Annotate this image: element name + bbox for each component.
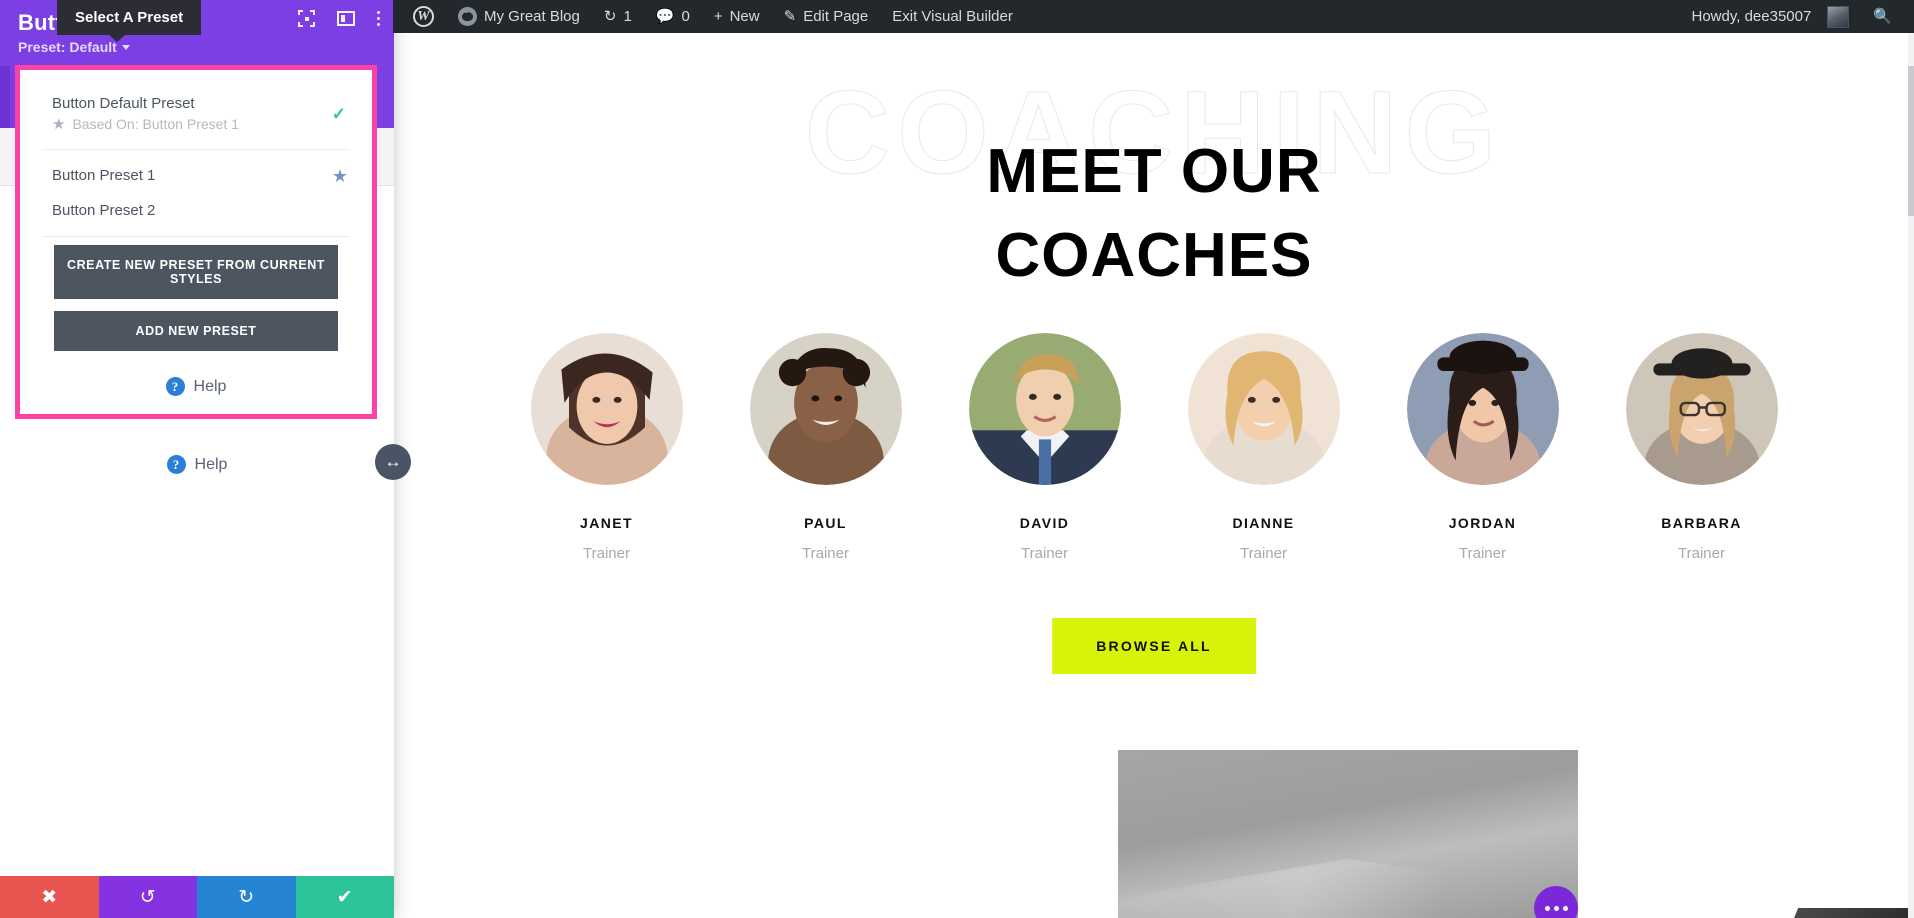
- dropdown-help-label: Help: [193, 377, 227, 395]
- member-name: BARBARA: [1661, 515, 1742, 531]
- member-name: JORDAN: [1448, 515, 1517, 531]
- app-root: COACHING MEET OUR COACHES JANET Trainer …: [0, 0, 1914, 918]
- headline-line-1: MEET OUR: [986, 137, 1322, 206]
- member-role: Trainer: [1678, 545, 1725, 562]
- avatar: [1827, 5, 1850, 28]
- comment-icon: 💬: [655, 8, 675, 25]
- updates-menu[interactable]: ↻ 1: [592, 0, 644, 33]
- panel-help-link[interactable]: ? Help: [0, 455, 394, 474]
- preset-option-label: Button Preset 2: [52, 202, 156, 219]
- new-label: New: [729, 8, 760, 25]
- panel-header-icons: [298, 10, 380, 27]
- horizontal-resize-icon: ↔: [384, 452, 402, 471]
- save-button[interactable]: ✔: [295, 876, 394, 918]
- team-members-row: JANET Trainer PAUL Trainer DAVID Trainer…: [514, 333, 1794, 562]
- account-menu[interactable]: Howdy, dee35007: [1680, 0, 1862, 33]
- help-icon: ?: [166, 455, 186, 474]
- dashboard-icon: [458, 7, 477, 26]
- hero-image: [1118, 750, 1578, 918]
- comments-count: 0: [681, 8, 690, 25]
- preset-option-sublabel-row: ★ Based On: Button Preset 1: [52, 116, 336, 132]
- admin-bar-left-group: W My Great Blog ↻ 1 💬 0 + New ✎ Edit Pag…: [393, 0, 1025, 33]
- member-role: Trainer: [802, 545, 849, 562]
- divider: [42, 149, 350, 150]
- list-item[interactable]: JANET Trainer: [514, 333, 699, 562]
- scrollbar-thumb[interactable]: [1908, 66, 1914, 216]
- list-item[interactable]: PAUL Trainer: [733, 333, 918, 562]
- scrollbar[interactable]: [1908, 33, 1914, 918]
- cancel-button[interactable]: ✖: [0, 876, 99, 918]
- admin-bar-right-group: Howdy, dee35007 🔍: [1680, 0, 1914, 33]
- member-name: PAUL: [804, 515, 847, 531]
- plus-icon: +: [713, 8, 723, 25]
- star-icon: ★: [52, 115, 66, 133]
- avatar: [968, 333, 1121, 485]
- member-name: DAVID: [1019, 515, 1070, 531]
- pencil-icon: ✎: [783, 8, 797, 25]
- member-name: JANET: [580, 515, 633, 531]
- preset-dropdown-panel: Button Default Preset ★ Based On: Button…: [15, 65, 377, 419]
- list-item[interactable]: JORDAN Trainer: [1390, 333, 1575, 562]
- site-name-menu[interactable]: My Great Blog: [446, 0, 592, 33]
- member-role: Trainer: [1459, 545, 1506, 562]
- avatar: [1625, 333, 1778, 485]
- layout-icon[interactable]: [337, 11, 355, 26]
- panel-left-rail: [0, 66, 10, 128]
- panel-help-label: Help: [194, 455, 228, 473]
- divider: [42, 236, 350, 237]
- create-new-preset-button[interactable]: CREATE NEW PRESET FROM CURRENT STYLES: [54, 245, 338, 299]
- check-icon: ✓: [331, 104, 346, 123]
- decorative-shape: [1769, 908, 1914, 918]
- dropdown-help-link[interactable]: ? Help: [20, 363, 372, 404]
- preset-option-default[interactable]: Button Default Preset ★ Based On: Button…: [20, 86, 372, 141]
- preset-option-1[interactable]: Button Preset 1 ★: [20, 158, 372, 193]
- tooltip: Select A Preset: [57, 0, 202, 42]
- exit-visual-builder-link[interactable]: Exit Visual Builder: [880, 0, 1025, 33]
- browse-all-button[interactable]: BROWSE ALL: [1052, 618, 1256, 674]
- tooltip-text: Select A Preset: [75, 9, 184, 26]
- list-item[interactable]: BARBARA Trainer: [1609, 333, 1794, 562]
- more-vertical-icon[interactable]: [377, 11, 380, 26]
- search-icon[interactable]: 🔍: [1861, 0, 1904, 33]
- chevron-down-icon: [121, 44, 130, 50]
- new-content-menu[interactable]: + New: [702, 0, 772, 33]
- page-title: MEET OUR COACHES: [394, 141, 1914, 287]
- preset-selector[interactable]: Preset: Default: [18, 39, 376, 55]
- add-new-preset-button[interactable]: ADD NEW PRESET: [54, 311, 338, 351]
- preset-label: Preset: Default: [18, 39, 117, 56]
- panel-resize-handle[interactable]: ↔: [375, 444, 411, 480]
- wordpress-logo-icon[interactable]: W: [401, 0, 446, 33]
- wordpress-admin-bar: W My Great Blog ↻ 1 💬 0 + New ✎ Edit Pag…: [393, 0, 1914, 33]
- avatar: [1406, 333, 1559, 485]
- list-item[interactable]: DAVID Trainer: [952, 333, 1137, 562]
- focus-icon[interactable]: [298, 10, 315, 27]
- star-icon[interactable]: ★: [332, 167, 348, 185]
- updates-count: 1: [623, 8, 632, 25]
- headline-line-2: COACHES: [995, 221, 1313, 290]
- member-role: Trainer: [1021, 545, 1068, 562]
- exit-builder-label: Exit Visual Builder: [892, 8, 1013, 25]
- avatar: [749, 333, 902, 485]
- avatar: [530, 333, 683, 485]
- builder-bottom-toolbar: ✖ ↺ ↻ ✔: [0, 876, 394, 918]
- comments-menu[interactable]: 💬 0: [644, 0, 702, 33]
- preset-option-label: Button Preset 1: [52, 167, 156, 184]
- member-name: DIANNE: [1232, 515, 1295, 531]
- avatar: [1187, 333, 1340, 485]
- edit-page-link[interactable]: ✎ Edit Page: [772, 0, 881, 33]
- member-role: Trainer: [583, 545, 630, 562]
- help-icon: ?: [165, 377, 185, 396]
- page-canvas: COACHING MEET OUR COACHES JANET Trainer …: [394, 33, 1914, 918]
- preset-option-label: Button Default Preset: [52, 95, 195, 112]
- preset-option-sublabel: Based On: Button Preset 1: [72, 116, 239, 132]
- edit-page-label: Edit Page: [803, 8, 869, 25]
- site-name-label: My Great Blog: [484, 8, 580, 25]
- updates-icon: ↻: [603, 8, 617, 25]
- member-role: Trainer: [1240, 545, 1287, 562]
- preset-option-2[interactable]: Button Preset 2: [20, 193, 372, 228]
- howdy-label: Howdy, dee35007: [1691, 8, 1812, 25]
- undo-button[interactable]: ↺: [98, 876, 197, 918]
- list-item[interactable]: DIANNE Trainer: [1171, 333, 1356, 562]
- redo-button[interactable]: ↻: [197, 876, 296, 918]
